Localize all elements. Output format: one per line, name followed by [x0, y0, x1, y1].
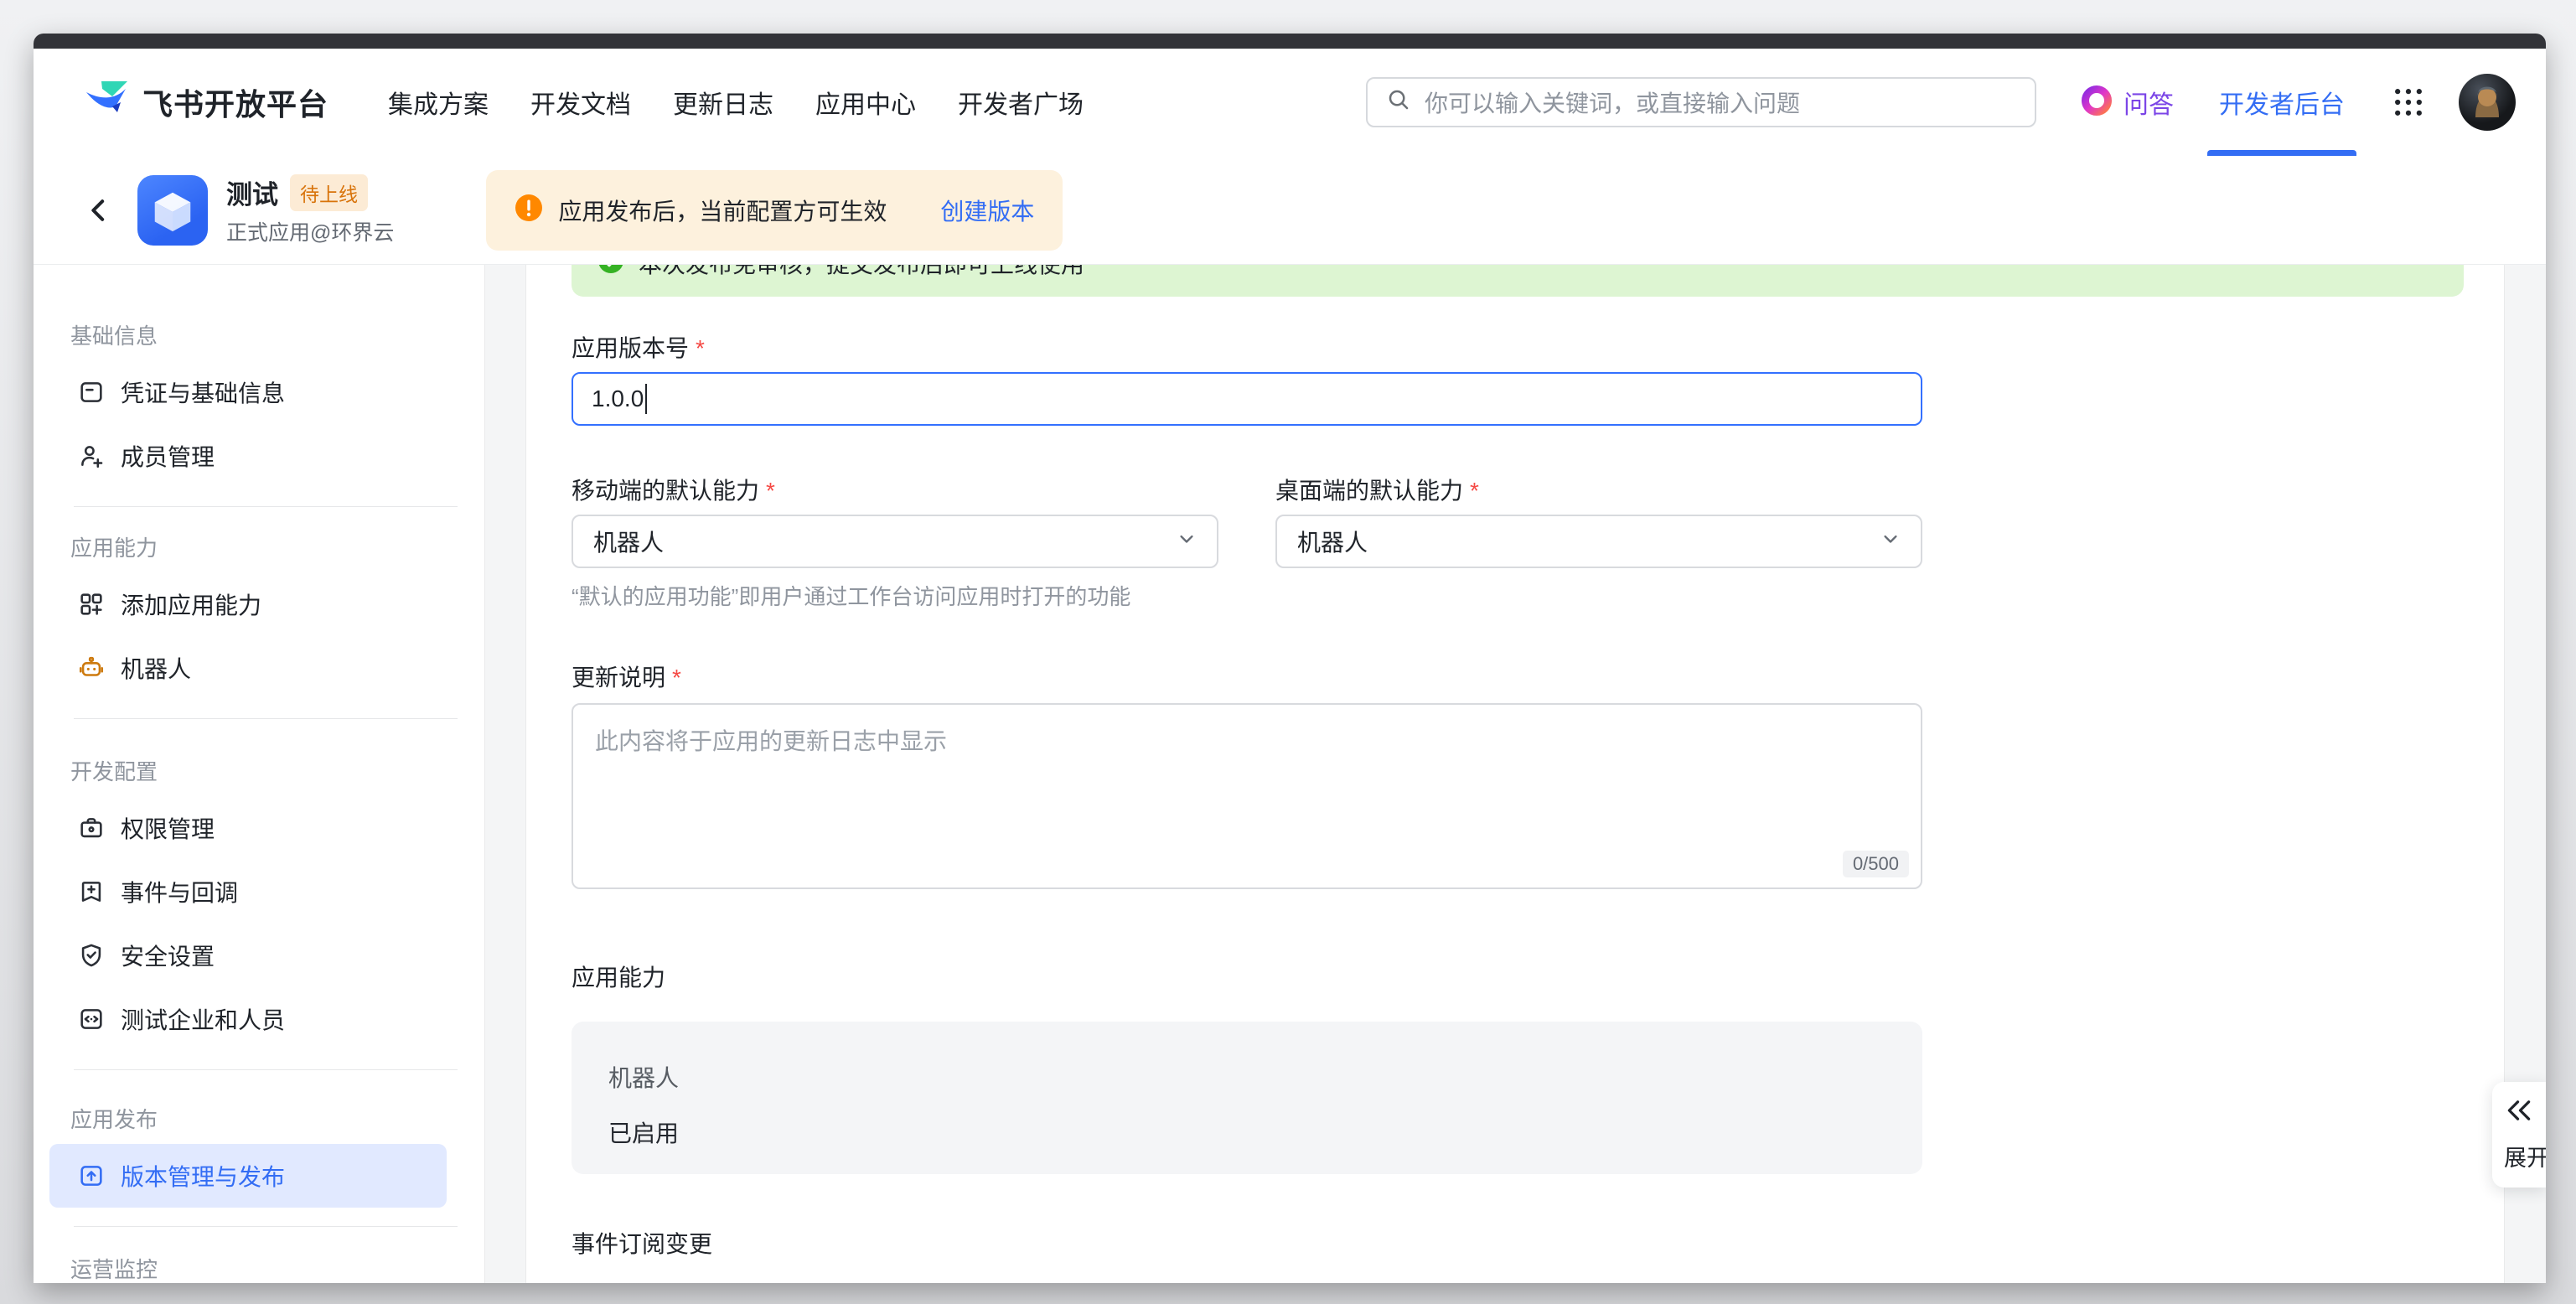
feishu-logo[interactable]: 飞书开放平台 [84, 79, 328, 127]
user-avatar[interactable] [2459, 74, 2516, 131]
capability-helper-text: “默认的应用功能”即用户通过工作台访问应用时打开的功能 [572, 580, 1218, 611]
sidebar-section-dev-config: 开发配置 [34, 759, 484, 784]
sidebar-section-basic-info: 基础信息 [34, 323, 484, 349]
sidebar: 基础信息 凭证与基础信息 成员管理 [34, 265, 484, 1283]
sidebar-divider [74, 718, 458, 719]
back-button[interactable] [82, 194, 116, 227]
logo-text: 飞书开放平台 [142, 80, 328, 124]
developer-console-tab[interactable]: 开发者后台 [2207, 49, 2356, 156]
nav-item-app-center[interactable]: 应用中心 [794, 49, 937, 156]
event-callback-icon [77, 877, 106, 906]
sidebar-item-events[interactable]: 事件与回调 [49, 860, 447, 924]
app-name: 测试 [226, 173, 278, 211]
desktop-capability-value: 机器人 [1297, 525, 1368, 558]
update-notes-label: 更新说明 * [572, 663, 1922, 693]
active-tab-underline [2207, 150, 2356, 156]
publish-notice-banner: 应用发布后，当前配置方可生效 创建版本 [486, 170, 1063, 251]
required-mark: * [766, 476, 775, 506]
permission-icon [77, 814, 106, 842]
app-subtitle: 正式应用@环界云 [226, 216, 394, 246]
test-org-icon [77, 1005, 106, 1033]
sidebar-divider [74, 1069, 458, 1070]
capability-status: 已启用 [608, 1115, 1885, 1149]
create-version-link[interactable]: 创建版本 [940, 194, 1034, 227]
status-badge: 待上线 [290, 174, 368, 211]
credential-icon [77, 378, 106, 406]
page-body: 基础信息 凭证与基础信息 成员管理 [34, 265, 2546, 1283]
apps-grid-icon[interactable] [2390, 84, 2427, 121]
search-icon [1386, 87, 1411, 118]
expand-label: 展开 [2504, 1140, 2546, 1172]
mobile-capability-label: 移动端的默认能力 * [572, 476, 1218, 506]
text-caret [645, 384, 647, 414]
sidebar-divider [74, 1226, 458, 1227]
desktop-capability-label: 桌面端的默认能力 * [1275, 476, 1922, 506]
success-check-icon [597, 265, 625, 281]
app-icon [137, 175, 208, 246]
sidebar-item-bot[interactable]: 机器人 [49, 636, 447, 700]
search-input[interactable]: 你可以输入关键词，或直接输入问题 [1366, 77, 2036, 127]
nav-item-changelog[interactable]: 更新日志 [652, 49, 794, 156]
sidebar-section-release: 应用发布 [34, 1107, 484, 1132]
qa-label: 问答 [2123, 84, 2174, 121]
sidebar-section-monitoring: 运营监控 [34, 1257, 484, 1282]
capability-section-title: 应用能力 [572, 960, 1922, 993]
event-section-title: 事件订阅变更 [572, 1226, 1922, 1260]
desktop-capability-select[interactable]: 机器人 [1275, 515, 1922, 568]
main-nav: 集成方案 开发文档 更新日志 应用中心 开发者广场 [367, 49, 1104, 156]
sidebar-item-version-release[interactable]: 版本管理与发布 [49, 1144, 447, 1208]
warning-icon [515, 194, 543, 226]
nav-item-dev-plaza[interactable]: 开发者广场 [937, 49, 1104, 156]
sidebar-item-members[interactable]: 成员管理 [49, 424, 447, 488]
version-release-icon [77, 1162, 106, 1190]
qa-ring-icon [2080, 84, 2113, 122]
update-notes-textarea[interactable]: 此内容将于应用的更新日志中显示 0/500 [572, 703, 1922, 889]
top-navigation: 飞书开放平台 集成方案 开发文档 更新日志 应用中心 开发者广场 你可以输入关键… [34, 49, 2546, 156]
chevron-down-icon [1879, 527, 1902, 556]
char-counter: 0/500 [1843, 851, 1909, 877]
version-input[interactable]: 1.0.0 [572, 372, 1922, 426]
sidebar-item-add-capability[interactable]: 添加应用能力 [49, 572, 447, 636]
double-chevron-left-icon [2504, 1097, 2534, 1128]
feishu-logo-icon [84, 79, 131, 127]
browser-window: 飞书开放平台 集成方案 开发文档 更新日志 应用中心 开发者广场 你可以输入关键… [34, 34, 2546, 1283]
required-mark: * [696, 334, 705, 364]
member-icon [77, 442, 106, 470]
notice-text: 应用发布后，当前配置方可生效 [558, 194, 887, 227]
required-mark: * [1470, 476, 1479, 506]
sidebar-gutter [484, 265, 526, 1283]
app-name-block: 测试 待上线 正式应用@环界云 [226, 173, 394, 246]
mobile-capability-select[interactable]: 机器人 [572, 515, 1218, 568]
capability-name: 机器人 [608, 1060, 1885, 1094]
version-label: 应用版本号 * [572, 334, 1922, 364]
chevron-down-icon [1175, 527, 1198, 556]
mobile-capability-value: 机器人 [593, 525, 664, 558]
release-form: 应用版本号 * 1.0.0 移动端的默认能力 * 机器人 [572, 334, 1922, 1283]
sidebar-item-security[interactable]: 安全设置 [49, 924, 447, 987]
expand-panel-button[interactable]: 展开 [2492, 1082, 2546, 1188]
sidebar-item-credentials[interactable]: 凭证与基础信息 [49, 360, 447, 424]
success-banner-text: 本次发布免审核，提交发布后即可上线使用 [639, 265, 1084, 280]
window-titlebar [34, 34, 2546, 49]
update-notes-placeholder: 此内容将于应用的更新日志中显示 [595, 728, 947, 754]
capability-card: 机器人 已启用 [572, 1022, 1922, 1174]
sidebar-item-permissions[interactable]: 权限管理 [49, 796, 447, 860]
add-capability-icon [77, 590, 106, 618]
sidebar-divider [74, 506, 458, 507]
app-header: 测试 待上线 正式应用@环界云 应用发布后，当前配置方可生效 创建版本 [34, 156, 2546, 265]
robot-icon [77, 654, 106, 682]
sidebar-section-capabilities: 应用能力 [34, 536, 484, 561]
search-placeholder: 你可以输入关键词，或直接输入问题 [1425, 85, 1800, 119]
required-mark: * [672, 663, 681, 693]
success-banner: 本次发布免审核，提交发布后即可上线使用 [572, 265, 2464, 297]
nav-item-docs[interactable]: 开发文档 [510, 49, 652, 156]
nav-item-integration[interactable]: 集成方案 [367, 49, 510, 156]
qa-link[interactable]: 问答 [2080, 84, 2174, 122]
main-content: 本次发布免审核，提交发布后即可上线使用 应用版本号 * 1.0.0 移动端的默认… [526, 265, 2504, 1283]
sidebar-item-test-org[interactable]: 测试企业和人员 [49, 987, 447, 1051]
version-value: 1.0.0 [592, 386, 644, 412]
security-shield-icon [77, 941, 106, 970]
